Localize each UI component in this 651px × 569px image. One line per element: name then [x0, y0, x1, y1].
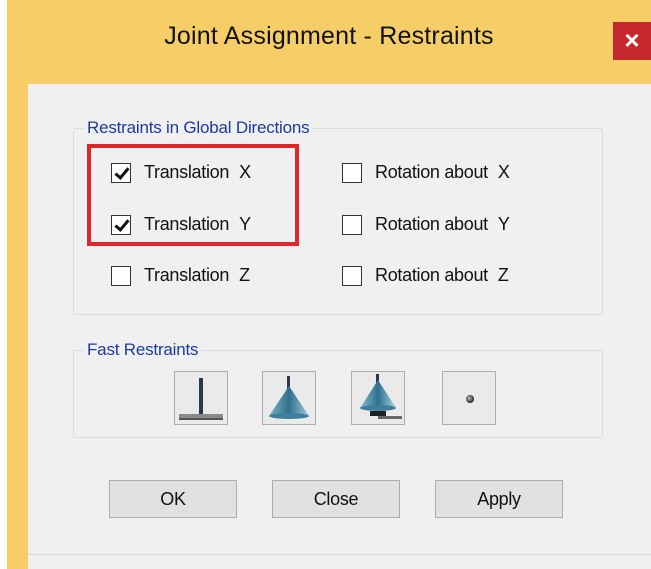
restraints-group-legend: Restraints in Global Directions	[87, 118, 310, 137]
rotation-y-label: Rotation about	[375, 214, 488, 234]
close-button[interactable]: Close	[272, 480, 400, 518]
rotation-y-checkbox[interactable]: Rotation about Y	[342, 214, 510, 235]
close-window-button[interactable]: ×	[613, 22, 651, 60]
checkbox-box[interactable]	[342, 162, 362, 183]
ok-button[interactable]: OK	[109, 480, 237, 518]
apply-button[interactable]: Apply	[435, 480, 563, 518]
fixed-support-icon	[179, 378, 223, 420]
title-bar[interactable]: Joint Assignment - Restraints ×	[7, 0, 651, 84]
annotation-highlight-box	[87, 144, 299, 246]
translation-z-label: Translation	[144, 265, 230, 285]
fast-restraints-legend: Fast Restraints	[87, 340, 199, 359]
roller-support-button[interactable]	[351, 371, 405, 425]
checkbox-box[interactable]	[342, 265, 362, 286]
checkbox-box[interactable]	[111, 265, 131, 286]
pinned-support-button[interactable]	[262, 371, 316, 425]
free-joint-button[interactable]	[442, 371, 496, 425]
rotation-z-label: Rotation about	[375, 265, 488, 285]
dialog-title: Joint Assignment - Restraints	[164, 22, 494, 50]
rotation-z-axis: Z	[497, 265, 509, 285]
pinned-support-icon	[269, 376, 309, 419]
rotation-x-checkbox[interactable]: Rotation about X	[342, 162, 510, 183]
translation-z-checkbox[interactable]: Translation Z	[111, 265, 250, 286]
rotation-z-checkbox[interactable]: Rotation about Z	[342, 265, 509, 286]
fast-restraints-group: Fast Restraints	[73, 340, 603, 438]
rotation-x-label: Rotation about	[375, 162, 488, 182]
checkbox-box[interactable]	[342, 214, 362, 235]
window-frame-edge	[14, 84, 28, 569]
translation-z-axis: Z	[239, 265, 250, 285]
roller-support-icon	[360, 374, 402, 419]
free-joint-icon	[466, 395, 474, 403]
rotation-x-axis: X	[497, 162, 510, 182]
close-icon: ×	[624, 25, 640, 55]
fixed-support-button[interactable]	[174, 371, 228, 425]
rotation-y-axis: Y	[497, 214, 510, 234]
